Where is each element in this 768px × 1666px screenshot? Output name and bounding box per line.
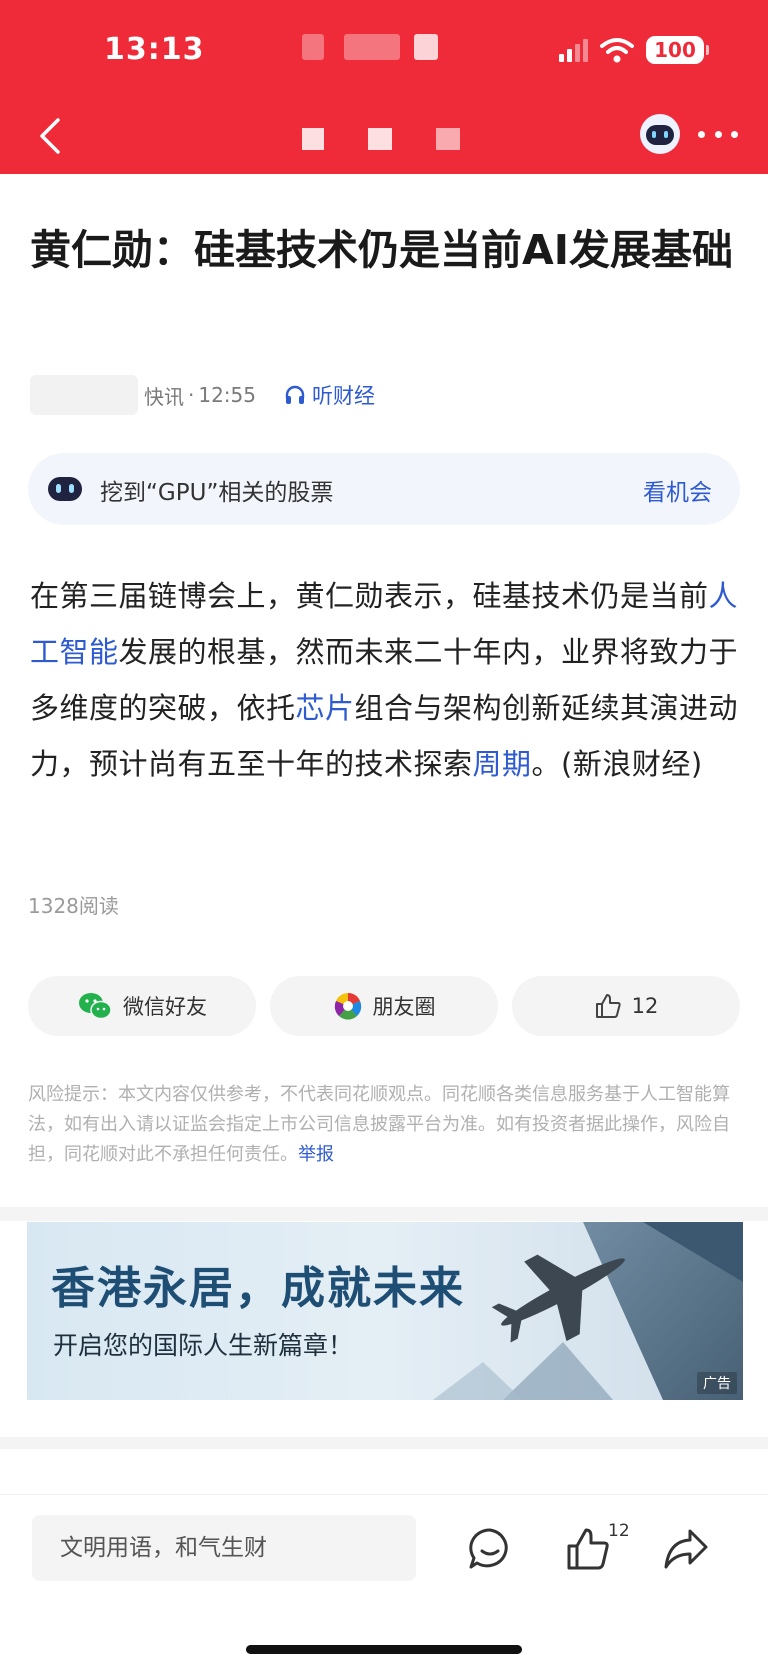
wifi-icon bbox=[600, 38, 634, 63]
ad-headline: 香港永居，成就未来 bbox=[51, 1263, 465, 1314]
meta-separator: · bbox=[188, 383, 195, 407]
blurred-status-content bbox=[344, 34, 400, 60]
report-link[interactable]: 举报 bbox=[298, 1144, 334, 1165]
wechat-icon bbox=[79, 993, 112, 1020]
ai-banner-text: 挖到“GPU”相关的股票 bbox=[100, 480, 334, 506]
status-time: 13:13 bbox=[104, 32, 205, 67]
moments-icon bbox=[334, 993, 361, 1020]
more-dot-icon bbox=[731, 130, 738, 138]
keyword-link-cycle[interactable]: 周期 bbox=[473, 747, 532, 781]
status-bar: 13:13 100 bbox=[0, 0, 768, 100]
risk-notice-text: 风险提示：本文内容仅供参考，不代表同花顺观点。同花顺各类信息服务基于人工智能算法… bbox=[28, 1084, 730, 1165]
blurred-nav-title bbox=[302, 128, 324, 150]
like-icon[interactable] bbox=[564, 1525, 612, 1573]
comment-input[interactable] bbox=[32, 1515, 416, 1581]
blurred-author bbox=[30, 375, 138, 415]
top-header: 13:13 100 bbox=[0, 0, 768, 174]
blurred-status-content bbox=[414, 34, 438, 60]
more-dot-icon bbox=[698, 130, 705, 138]
bottom-action-bar: 12 bbox=[0, 1494, 768, 1666]
section-divider bbox=[0, 1437, 768, 1449]
status-icons: 100 bbox=[559, 36, 709, 64]
ad-label: 广告 bbox=[697, 1372, 737, 1394]
share-row: 微信好友 朋友圈 12 bbox=[28, 976, 740, 1036]
battery-icon: 100 bbox=[646, 36, 709, 64]
ai-assistant-button[interactable] bbox=[638, 112, 682, 156]
article-title: 黄仁勋：硅基技术仍是当前AI发展基础 bbox=[30, 226, 733, 274]
robot-icon bbox=[640, 114, 680, 154]
article-time: 12:55 bbox=[198, 383, 256, 407]
more-dot-icon bbox=[714, 130, 722, 138]
chevron-left-icon bbox=[40, 118, 60, 154]
read-count: 1328阅读 bbox=[28, 894, 119, 918]
article-meta: 快讯 · 12:55 听财经 bbox=[30, 375, 375, 415]
cellular-signal-icon bbox=[559, 38, 588, 62]
body-text-part: 在第三届链博会上，黄仁勋表示，硅基技术仍是当前 bbox=[30, 579, 709, 613]
body-text-part: 。(新浪财经) bbox=[531, 747, 703, 781]
home-indicator[interactable] bbox=[246, 1645, 522, 1654]
share-icon[interactable] bbox=[662, 1525, 710, 1573]
share-moments-label: 朋友圈 bbox=[372, 995, 436, 1019]
ad-subline: 开启您的国际人生新篇章！ bbox=[53, 1331, 354, 1360]
ad-banner[interactable]: 香港永居，成就未来 开启您的国际人生新篇章！ 广告 bbox=[27, 1222, 743, 1400]
share-wechat-button[interactable]: 微信好友 bbox=[28, 976, 256, 1036]
keyword-link-chip[interactable]: 芯片 bbox=[296, 691, 355, 725]
section-divider bbox=[0, 1207, 768, 1221]
more-options-button[interactable] bbox=[698, 114, 738, 154]
like-count: 12 bbox=[631, 994, 659, 1018]
blurred-nav-title bbox=[368, 128, 392, 150]
risk-notice: 风险提示：本文内容仅供参考，不代表同花顺观点。同花顺各类信息服务基于人工智能算法… bbox=[28, 1080, 740, 1170]
share-wechat-label: 微信好友 bbox=[123, 995, 207, 1019]
listen-label: 听财经 bbox=[312, 384, 375, 408]
thumbs-up-icon bbox=[595, 994, 621, 1018]
blurred-status-content bbox=[302, 34, 324, 60]
bottom-like-count: 12 bbox=[608, 1521, 630, 1541]
comment-icon[interactable] bbox=[466, 1525, 514, 1573]
article-category: 快讯 bbox=[144, 384, 184, 409]
robot-icon bbox=[48, 477, 82, 501]
nav-bar bbox=[0, 100, 768, 174]
share-moments-button[interactable]: 朋友圈 bbox=[270, 976, 498, 1036]
headphones-icon bbox=[285, 385, 305, 404]
like-button[interactable]: 12 bbox=[512, 976, 740, 1036]
article-body: 在第三届链博会上，黄仁勋表示，硅基技术仍是当前人工智能发展的根基，然而未来二十年… bbox=[30, 568, 742, 792]
ai-stock-banner[interactable]: 挖到“GPU”相关的股票 看机会 bbox=[28, 453, 740, 525]
back-button[interactable] bbox=[30, 114, 74, 158]
see-opportunity-link[interactable]: 看机会 bbox=[643, 473, 712, 507]
listen-button[interactable]: 听财经 bbox=[284, 380, 375, 410]
blurred-nav-title bbox=[436, 128, 460, 150]
